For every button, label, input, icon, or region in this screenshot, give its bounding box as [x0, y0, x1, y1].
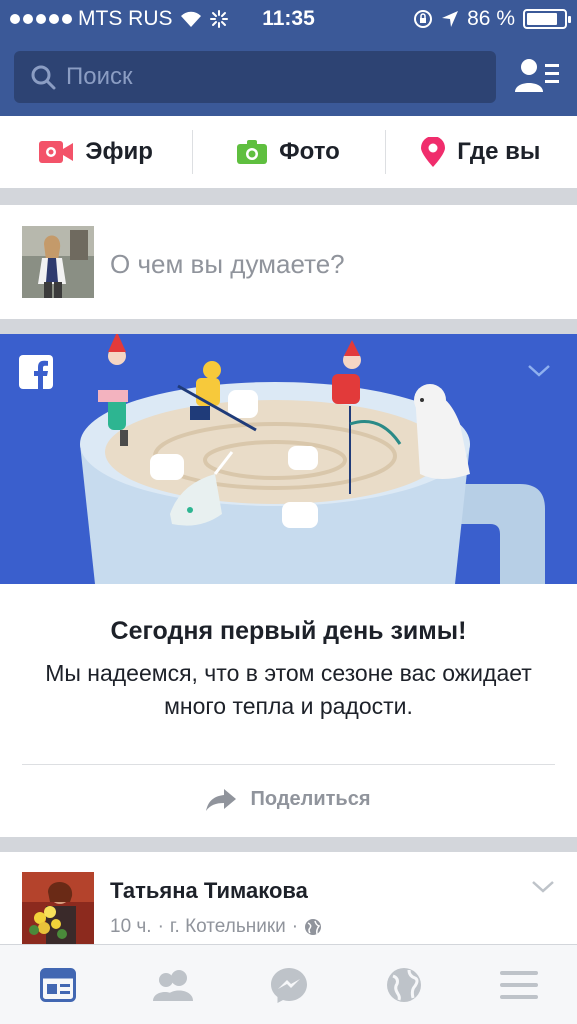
user-avatar — [22, 226, 94, 298]
tab-news-feed[interactable] — [0, 945, 115, 1024]
tab-friends[interactable] — [115, 945, 230, 1024]
post-meta: 10 ч. · г. Котельники · — [110, 916, 322, 938]
post-author-avatar[interactable] — [22, 872, 94, 944]
photo-button[interactable]: Фото — [192, 116, 384, 188]
status-bar: MTS RUS 11:35 86 % — [0, 0, 577, 38]
card-divider — [22, 764, 555, 765]
status-right: 86 % — [413, 7, 571, 31]
search-icon — [31, 65, 56, 90]
battery-percent: 86 % — [467, 7, 515, 30]
share-label: Поделиться — [250, 788, 371, 810]
composer-actions: Эфир Фото Где вы — [0, 116, 577, 188]
battery-icon — [523, 9, 571, 29]
post-author-name[interactable]: Татьяна Тимакова — [110, 878, 308, 904]
photo-label: Фото — [279, 138, 340, 165]
post-location[interactable]: г. Котельники — [170, 916, 286, 938]
top-bar: MTS RUS 11:35 86 % Поиск — [0, 0, 577, 116]
meta-separator: · — [291, 916, 299, 937]
news-feed-icon — [39, 967, 76, 1002]
card-chevron-down-icon[interactable] — [527, 364, 551, 378]
tab-messenger[interactable] — [231, 945, 346, 1024]
post-time[interactable]: 10 ч. — [110, 916, 152, 938]
tab-menu[interactable] — [462, 945, 577, 1024]
camera-icon — [237, 140, 268, 164]
live-video-icon — [39, 141, 74, 163]
public-globe-icon — [305, 919, 322, 935]
winter-banner-image — [0, 334, 577, 584]
location-pin-icon — [421, 137, 446, 167]
search-placeholder: Поиск — [66, 63, 133, 90]
status-composer[interactable]: О чем вы думаете? — [0, 205, 577, 319]
check-in-label: Где вы — [457, 138, 541, 165]
friend-requests-icon — [515, 59, 559, 92]
location-arrow-icon — [442, 11, 459, 27]
card-description: Мы надеемся, что в этом сезоне вас ожида… — [45, 660, 532, 719]
menu-icon — [500, 970, 539, 999]
search-input[interactable]: Поиск — [14, 51, 496, 103]
live-button[interactable]: Эфир — [0, 116, 192, 188]
check-in-button[interactable]: Где вы — [384, 116, 577, 188]
messenger-icon — [270, 967, 307, 1003]
winter-greeting-card: Сегодня первый день зимы! Мы надеемся, ч… — [0, 334, 577, 837]
friend-requests-button[interactable] — [515, 56, 559, 96]
facebook-feed-screen: MTS RUS 11:35 86 % Поиск Эфир Фото Где в… — [0, 0, 577, 1024]
card-title: Сегодня первый день зимы! — [110, 617, 467, 645]
meta-separator: · — [157, 916, 164, 937]
post-chevron-down-icon[interactable] — [531, 880, 555, 894]
live-label: Эфир — [85, 138, 153, 165]
friends-icon — [153, 969, 194, 1001]
globe-icon — [386, 967, 421, 1002]
share-arrow-icon — [206, 788, 237, 811]
bottom-tab-bar — [0, 944, 577, 1024]
tab-notifications[interactable] — [346, 945, 461, 1024]
share-button[interactable]: Поделиться — [0, 788, 577, 811]
battery-fill — [527, 13, 558, 25]
facebook-logo-icon — [19, 355, 53, 389]
rotation-lock-icon — [414, 10, 433, 28]
composer-prompt: О чем вы думаете? — [110, 249, 345, 279]
